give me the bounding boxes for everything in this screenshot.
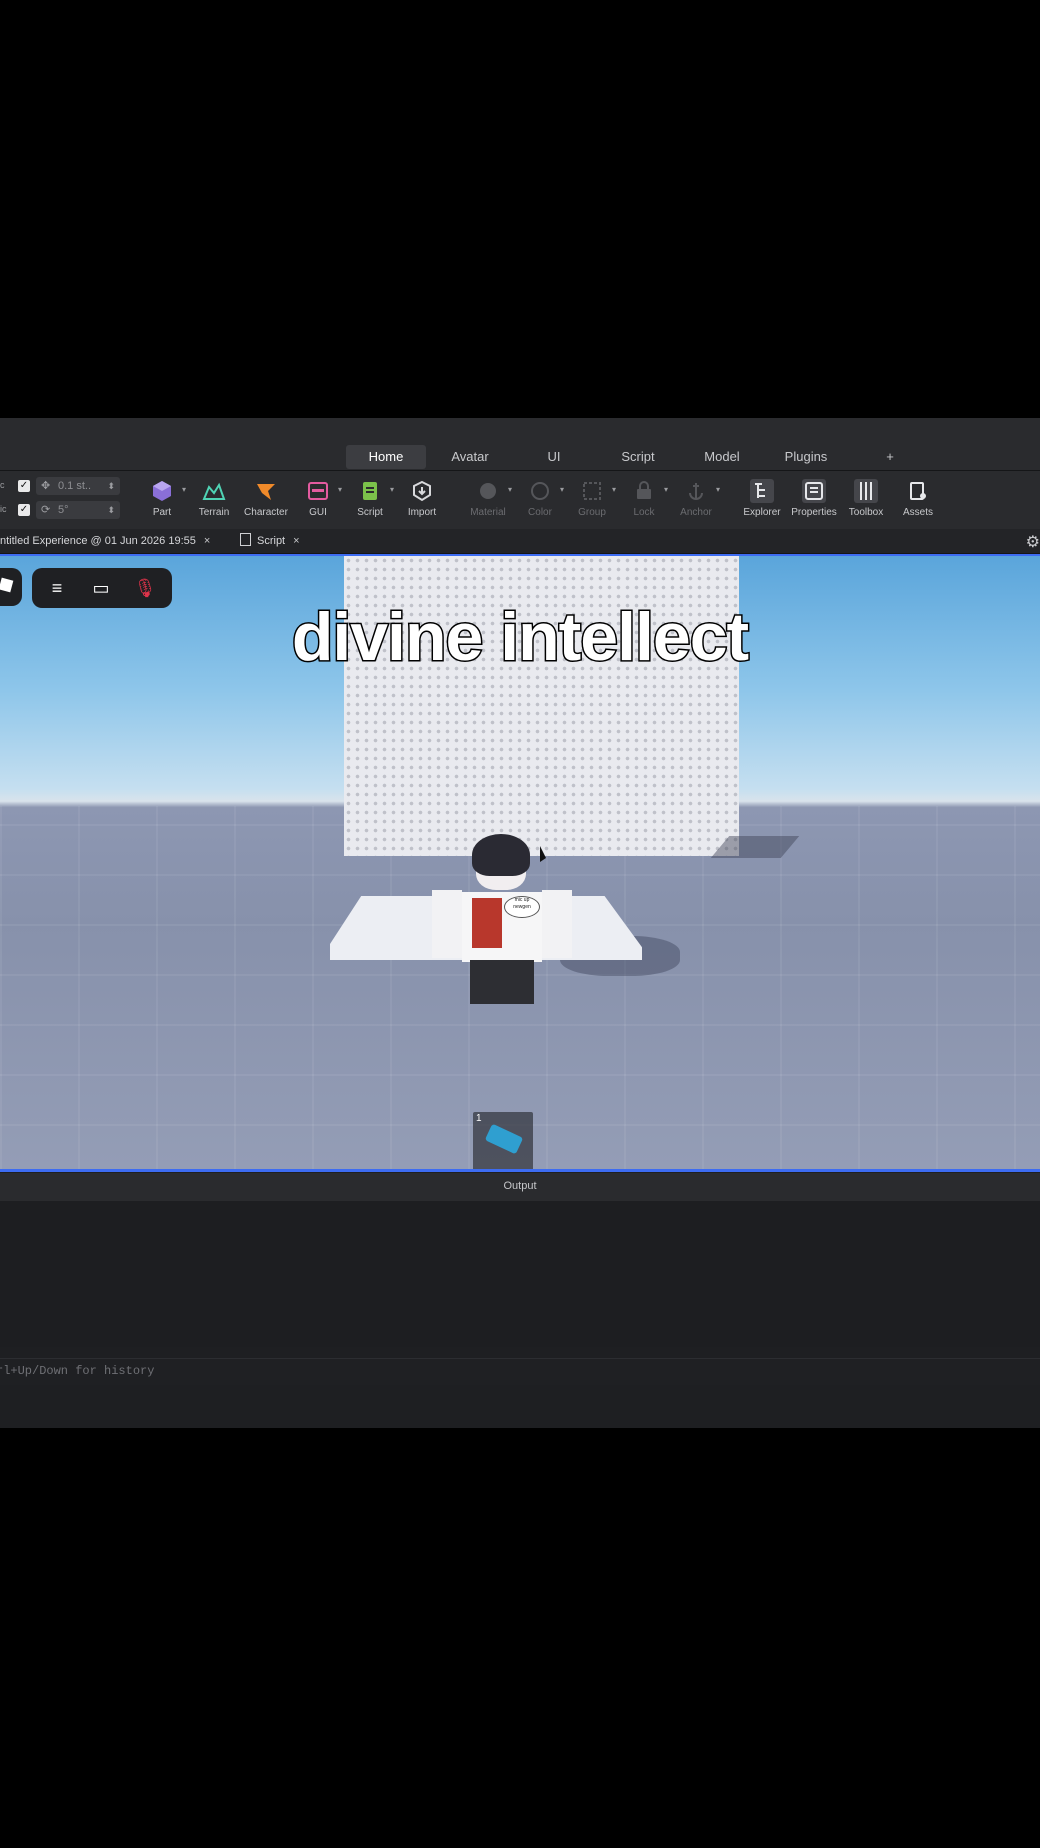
import-icon — [413, 480, 431, 502]
assets-button[interactable]: Assets — [892, 471, 944, 529]
mouse-cursor-icon — [540, 846, 546, 862]
snap-move-prefix: c — [0, 480, 5, 490]
character-button[interactable]: Character — [240, 471, 292, 529]
output-panel-header: Output — [0, 1173, 1040, 1201]
part-icon — [153, 481, 171, 501]
speech-bubble: mic up newgen — [504, 896, 540, 918]
material-icon — [480, 483, 496, 499]
group-icon — [583, 482, 601, 500]
command-bar[interactable]: rl+Up/Down for history — [0, 1358, 1040, 1385]
script-button[interactable]: ▾ Script — [344, 471, 396, 529]
properties-button[interactable]: Properties — [788, 471, 840, 529]
color-button[interactable]: ▾ Color — [514, 471, 566, 529]
toolbox-icon — [854, 479, 878, 503]
chat-icon[interactable]: ▭ — [88, 576, 114, 600]
add-tab-button[interactable]: + — [870, 445, 910, 469]
anchor-icon — [689, 483, 703, 500]
lock-button[interactable]: ▾ Lock — [618, 471, 670, 529]
snap-move-checkbox[interactable]: ✓ — [18, 480, 30, 492]
properties-icon — [802, 479, 826, 503]
studio-window: Home Avatar UI Script Model Plugins + c … — [0, 418, 1040, 1428]
snap-settings: c ✓ ✥ 0.1 st.. ⬍ ic ✓ ⟳ 5° ⬍ — [0, 477, 120, 525]
right-arm — [542, 890, 572, 958]
rotate-icon: ⟳ — [41, 504, 51, 516]
gui-button[interactable]: ▾ GUI — [292, 471, 344, 529]
anchor-button[interactable]: ▾ Anchor — [670, 471, 722, 529]
doc-tab-script[interactable]: Script × — [240, 529, 300, 553]
avatar-character[interactable]: mic up newgen — [432, 834, 572, 1004]
close-icon[interactable]: × — [293, 535, 299, 547]
group-button[interactable]: ▾ Group — [566, 471, 618, 529]
terrain-button[interactable]: Terrain — [188, 471, 240, 529]
explorer-icon — [750, 479, 774, 503]
hotbar-slot[interactable]: 1 — [473, 1112, 533, 1169]
terrain-icon — [202, 482, 226, 500]
import-button[interactable]: Import — [396, 471, 448, 529]
snap-rotate-checkbox[interactable]: ✓ — [18, 504, 30, 516]
command-placeholder: rl+Up/Down for history — [0, 1364, 155, 1378]
hair — [472, 834, 530, 876]
ribbon-tabs: Home Avatar UI Script Model Plugins + — [0, 418, 1040, 471]
tab-home[interactable]: Home — [346, 445, 426, 469]
ribbon-toolbar: c ✓ ✥ 0.1 st.. ⬍ ic ✓ ⟳ 5° ⬍ ▾ Part Terr… — [0, 471, 1040, 529]
move-icon: ✥ — [41, 480, 51, 492]
script-file-icon — [240, 533, 251, 546]
tab-script[interactable]: Script — [598, 445, 678, 469]
stepper-icon[interactable]: ⬍ — [107, 501, 115, 519]
assets-icon — [910, 482, 926, 500]
material-button[interactable]: ▾ Material — [462, 471, 514, 529]
blaster-tool-icon — [484, 1123, 524, 1155]
script-icon — [363, 482, 377, 500]
tab-plugins[interactable]: Plugins — [766, 445, 846, 469]
menu-icon[interactable]: ≡ — [44, 576, 70, 600]
output-title: Output — [503, 1180, 537, 1192]
tab-avatar[interactable]: Avatar — [430, 445, 510, 469]
snap-rotate-prefix: ic — [0, 504, 7, 514]
color-icon — [531, 482, 549, 500]
doc-tab-experience[interactable]: ntitled Experience @ 01 Jun 2026 19:55 × — [0, 529, 210, 553]
snap-move-value: 0.1 st.. — [58, 480, 92, 492]
snap-rotate-value: 5° — [58, 504, 69, 516]
doc-tab-label: ntitled Experience @ 01 Jun 2026 19:55 — [0, 535, 196, 547]
document-tabs: ntitled Experience @ 01 Jun 2026 19:55 × … — [0, 529, 1040, 554]
gui-icon — [308, 482, 328, 500]
lock-icon — [637, 481, 651, 499]
stepper-icon[interactable]: ⬍ — [107, 477, 115, 495]
toolbox-button[interactable]: Toolbox — [840, 471, 892, 529]
explorer-button[interactable]: Explorer — [736, 471, 788, 529]
game-viewport[interactable]: mic up newgen ≡ ▭ 🎙 divine intellect 1 — [0, 554, 1040, 1172]
snap-move-field[interactable]: ✥ 0.1 st.. ⬍ — [36, 477, 120, 495]
close-icon[interactable]: × — [204, 535, 210, 547]
tab-model[interactable]: Model — [682, 445, 762, 469]
snap-rotate-field[interactable]: ⟳ 5° ⬍ — [36, 501, 120, 519]
tab-ui[interactable]: UI — [514, 445, 594, 469]
doc-tab-label: Script — [257, 535, 286, 547]
part-button[interactable]: ▾ Part — [136, 471, 188, 529]
hotbar-slot-number: 1 — [476, 1113, 482, 1124]
gear-icon[interactable]: ⚙ — [1026, 532, 1040, 552]
video-caption: divine intellect — [290, 598, 750, 677]
character-icon — [257, 484, 275, 500]
shirt-graphic — [472, 898, 502, 948]
mic-muted-icon[interactable]: 🎙 — [132, 576, 158, 600]
left-arm — [432, 890, 462, 958]
output-log — [0, 1201, 1040, 1347]
legs — [470, 960, 534, 1004]
